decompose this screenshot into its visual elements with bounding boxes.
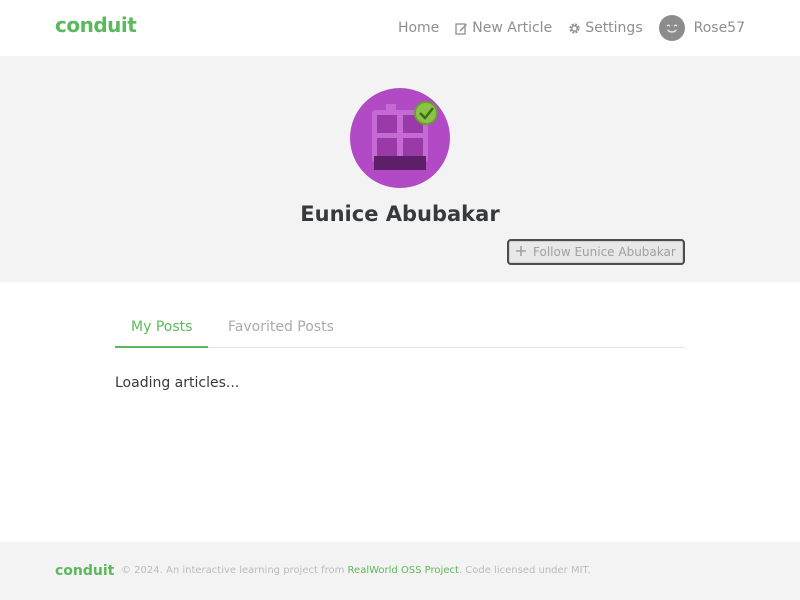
feed-tabs: My Posts Favorited Posts [115,308,685,348]
footer-brand[interactable]: conduit [55,563,114,579]
footer-text-after: . Code licensed under MIT. [458,565,591,576]
puzzle-avatar-icon [350,88,450,188]
nav-settings-label: Settings [585,20,643,36]
smiley-avatar-icon [658,15,685,41]
nav-links: Home New Article Settings Rose57 [398,0,745,56]
loading-text: Loading articles... [115,375,240,391]
nav-settings-link[interactable]: Settings [568,20,643,36]
profile-banner: Eunice Abubakar Follow Eunice Abubakar [0,56,800,282]
compose-icon [455,22,468,35]
plus-icon [515,245,527,260]
tab-my-posts[interactable]: My Posts [115,308,209,348]
follow-button[interactable]: Follow Eunice Abubakar [507,239,685,265]
nav-home-label: Home [397,20,440,36]
follow-button-label: Follow Eunice Abubakar [533,245,676,259]
nav-new-article-link[interactable]: New Article [455,20,552,36]
footer-link[interactable]: RealWorld OSS Project [348,565,459,576]
navbar: conduit Home New Article Settings Rose57 [0,0,800,56]
profile-name: Eunice Abubakar [300,202,500,226]
navbar-brand[interactable]: conduit [55,13,137,37]
footer-attribution: © 2024. An interactive learning project … [121,565,591,576]
footer: conduit © 2024. An interactive learning … [0,542,800,600]
footer-text-before: © 2024. An interactive learning project … [121,565,345,576]
gear-icon [568,22,581,35]
nav-home-link[interactable]: Home [398,20,439,36]
nav-username: Rose57 [693,20,745,36]
nav-profile-link[interactable]: Rose57 [658,15,745,41]
nav-new-article-label: New Article [472,20,553,36]
tab-favorited-posts[interactable]: Favorited Posts [212,308,350,348]
